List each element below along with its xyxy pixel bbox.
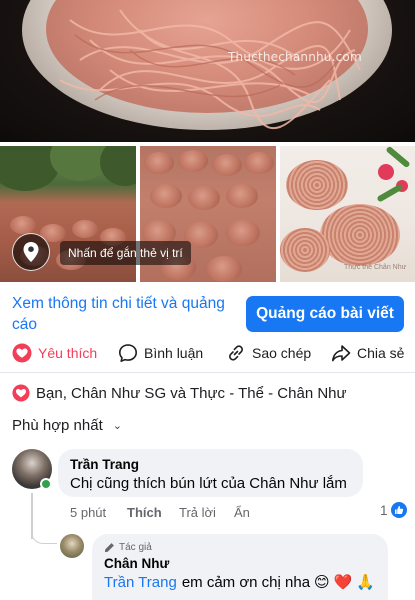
heart-reaction-icon — [12, 384, 30, 402]
noodle-nest — [212, 154, 242, 176]
leaf-shape — [376, 183, 404, 203]
smile-emoji-icon: 😊 — [314, 574, 330, 591]
author-badge-label: Tác giả — [119, 542, 152, 553]
noodle-nest — [226, 220, 260, 246]
noodle-nest — [10, 216, 36, 234]
boost-post-button[interactable]: Quảng cáo bài viết — [246, 296, 404, 332]
photo-watermark: Thực thể Chân Như — [344, 264, 407, 271]
post-actions-bar: Yêu thích Bình luận Sao chép Chia sẻ — [0, 340, 415, 366]
heart-reaction-icon — [12, 343, 32, 363]
thread-connector — [31, 520, 57, 544]
noodle-nest — [226, 184, 258, 208]
comment-button[interactable]: Bình luận — [118, 340, 203, 366]
love-reaction-button[interactable]: Yêu thích — [12, 340, 97, 366]
comment-sort-dropdown[interactable]: Phù hợp nhất ⌄ — [12, 417, 122, 434]
noodle-strands — [59, 9, 361, 129]
comment-author[interactable]: Trần Trang — [70, 457, 351, 472]
love-label: Yêu thích — [38, 345, 98, 361]
comment-bubble[interactable]: Trần Trang Chị cũng thích bún lứt của Ch… — [58, 449, 363, 497]
photo-noodle-closeup[interactable]: Thực thể Chân Như — [280, 146, 415, 282]
noodle-bundle — [286, 160, 348, 210]
tree-shape — [100, 146, 136, 186]
link-icon — [229, 345, 243, 361]
noodle-nest — [144, 152, 174, 174]
comment-time[interactable]: 5 phút — [70, 505, 106, 520]
author-badge: Tác giả — [104, 542, 376, 553]
mention-link[interactable]: Trần Trang — [104, 574, 177, 591]
share-label: Chia sẻ — [357, 345, 405, 361]
location-tag-tooltip: Nhấn để gắn thẻ vị trí — [60, 241, 191, 265]
heart-emoji-icon: ❤️ — [333, 574, 353, 591]
share-arrow-icon — [332, 345, 351, 362]
comment-like-button[interactable]: Thích — [127, 505, 162, 520]
flower-shape — [378, 164, 394, 180]
comment-hide-button[interactable]: Ẩn — [234, 505, 250, 520]
location-pin-icon — [23, 242, 39, 262]
location-tag-button[interactable] — [12, 233, 50, 271]
online-status-dot — [40, 478, 52, 490]
reactions-text: Bạn, Chân Như SG và Thực - Thể - Chân Nh… — [36, 384, 347, 402]
noodle-nest — [244, 152, 274, 174]
noodle-nest — [72, 220, 98, 238]
pencil-icon — [104, 543, 114, 553]
pray-emoji-icon: 🙏 — [356, 574, 376, 591]
comment-like-count[interactable]: 1 — [380, 502, 407, 518]
view-details-link[interactable]: Xem thông tin chi tiết và quảng cáo — [12, 293, 240, 335]
like-count-value: 1 — [380, 502, 388, 518]
sort-label: Phù hợp nhất — [12, 417, 103, 434]
noodle-nest — [178, 150, 208, 172]
comment-label: Bình luận — [144, 345, 204, 361]
comment-bubble-icon — [119, 344, 137, 362]
reply-author[interactable]: Chân Như — [104, 556, 376, 571]
noodle-nest — [206, 256, 242, 282]
noodle-bundle — [320, 204, 400, 266]
avatar[interactable] — [60, 534, 84, 558]
hero-watermark: Thucthechannhu.com — [228, 50, 362, 64]
copy-button[interactable]: Sao chép — [226, 340, 311, 366]
post-hero-image[interactable]: Thucthechannhu.com — [0, 0, 415, 142]
reply-text: Trần Trang em cảm ơn chị nha 😊 ❤️ 🙏 — [104, 573, 376, 592]
copy-label: Sao chép — [252, 345, 312, 361]
comment-text: Chị cũng thích bún lứt của Chân Như lắm — [70, 475, 347, 492]
reply-bubble[interactable]: Tác giả Chân Như Trần Trang em cảm ơn ch… — [92, 534, 388, 600]
thumbs-up-icon — [390, 502, 407, 518]
chevron-down-icon: ⌄ — [112, 420, 122, 432]
section-divider — [0, 372, 415, 373]
reactions-summary[interactable]: Bạn, Chân Như SG và Thực - Thể - Chân Nh… — [12, 384, 407, 402]
noodle-bundle — [280, 228, 330, 272]
share-button[interactable]: Chia sẻ — [331, 340, 404, 366]
noodle-nest — [188, 186, 220, 210]
comment-meta: 5 phút Thích Trả lời Ẩn — [70, 505, 410, 521]
noodle-nest — [150, 184, 182, 208]
reply-message: em cảm ơn chị nha — [181, 573, 311, 591]
comment-reply-button[interactable]: Trả lời — [179, 505, 216, 520]
